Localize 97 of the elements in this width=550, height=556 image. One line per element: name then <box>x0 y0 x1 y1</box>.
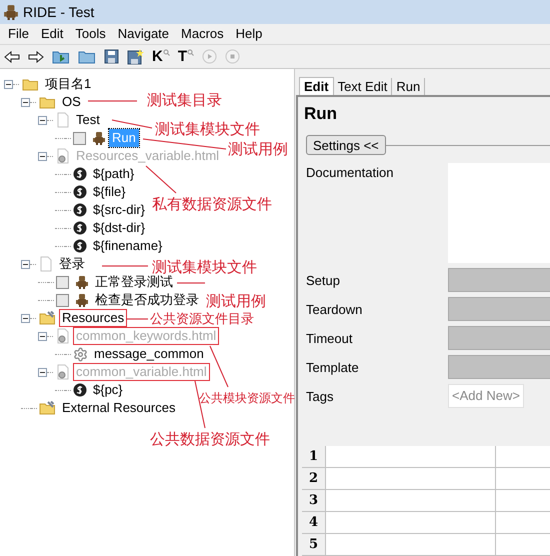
search-button[interactable]: T <box>178 49 194 64</box>
search-button[interactable]: K <box>152 49 170 64</box>
setting-label: Tags <box>305 388 334 406</box>
checkbox[interactable] <box>73 132 86 144</box>
tree-item[interactable]: External Resources <box>59 399 178 417</box>
file-gear-icon <box>56 328 70 344</box>
annotation-label: 测试集模块文件 <box>155 121 260 139</box>
row-number: 4 <box>302 512 326 533</box>
robot-icon <box>75 275 89 289</box>
robot-icon <box>92 131 106 145</box>
collapse-toggle[interactable] <box>38 152 47 160</box>
menu-item[interactable]: Edit <box>34 24 70 44</box>
settings-button[interactable]: Settings << <box>306 135 386 155</box>
checkbox[interactable] <box>56 294 69 306</box>
tree-item[interactable]: 正常登录测试 <box>92 273 176 291</box>
leader-line <box>146 166 176 194</box>
folder-wrench-icon <box>39 311 56 325</box>
variable-icon <box>73 185 87 199</box>
tree-item[interactable]: 登录 <box>56 255 88 273</box>
tree-item[interactable]: message_common <box>91 345 207 363</box>
variable-icon <box>73 239 87 253</box>
save-icon[interactable] <box>104 49 119 64</box>
annotation-label: 测试集模块文件 <box>152 259 257 276</box>
collapse-toggle[interactable] <box>38 368 47 376</box>
menu-item[interactable]: Navigate <box>112 24 176 44</box>
setting-label: Timeout <box>305 330 354 348</box>
menu-item[interactable]: Macros <box>175 24 230 44</box>
leader-line <box>126 318 148 320</box>
folder-icon <box>39 95 56 109</box>
leader-line <box>88 100 138 102</box>
annotation-label: 测试用例 <box>228 141 288 159</box>
folder-icon <box>22 77 39 91</box>
annotation-label: 公共模块资源文件 <box>199 390 295 407</box>
setting-field[interactable] <box>448 355 550 379</box>
setting-label: Template <box>305 358 360 376</box>
back-icon[interactable] <box>4 50 20 62</box>
save-all-icon[interactable] <box>127 48 144 64</box>
editor-title: Run <box>304 103 338 125</box>
tree-item[interactable]: 项目名1 <box>42 75 94 93</box>
leader-line <box>112 120 152 128</box>
variable-icon <box>73 203 87 217</box>
variable-icon <box>73 383 87 397</box>
forward-icon[interactable] <box>28 50 44 62</box>
tab[interactable]: Edit <box>299 77 334 95</box>
menu-item[interactable]: Tools <box>69 24 112 44</box>
annotation-label: 公共资源文件目录 <box>150 310 254 328</box>
annotation-label: 测试集目录 <box>147 92 222 110</box>
collapse-toggle[interactable] <box>21 314 30 322</box>
file-gear-icon <box>56 148 70 164</box>
tree-item[interactable]: ${dst-dir} <box>90 219 148 237</box>
annotation-label: 测试用例 <box>206 293 266 311</box>
variable-icon <box>73 221 87 235</box>
robot-icon <box>3 4 19 20</box>
leader-line <box>176 282 206 284</box>
setting-label: Setup <box>305 272 341 290</box>
tree-item[interactable]: ${path} <box>90 165 138 183</box>
annotation-label: 私有数据资源文件 <box>152 196 272 214</box>
checkbox[interactable] <box>56 276 69 288</box>
file-icon <box>39 256 53 272</box>
collapse-toggle[interactable] <box>21 260 30 268</box>
setting-field[interactable] <box>448 297 550 321</box>
folder-wrench-icon <box>39 401 56 415</box>
tree-item[interactable]: OS <box>59 93 84 111</box>
collapse-toggle[interactable] <box>38 116 47 124</box>
row-number: 1 <box>302 446 326 467</box>
tree-item[interactable]: ${src-dir} <box>90 201 148 219</box>
row-number: 3 <box>302 490 326 511</box>
window-title: RIDE - Test <box>23 2 94 22</box>
row-number: 2 <box>302 468 326 489</box>
collapse-toggle[interactable] <box>21 98 30 106</box>
magnifier-icon <box>162 49 170 56</box>
folder-icon[interactable] <box>78 49 96 64</box>
menu-item[interactable]: Help <box>230 24 268 44</box>
tree-item[interactable]: ${file} <box>90 183 129 201</box>
menu-item[interactable]: File <box>2 24 35 44</box>
tree-item[interactable]: Resources <box>59 309 128 327</box>
collapse-toggle[interactable] <box>38 332 47 340</box>
gear-icon <box>73 346 88 362</box>
setting-label: Teardown <box>305 300 364 318</box>
file-gear-icon <box>56 364 70 380</box>
tree-item[interactable]: ${pc} <box>90 381 126 399</box>
tree-item[interactable]: ${finename} <box>90 237 166 255</box>
magnifier-icon <box>187 49 194 56</box>
collapse-toggle[interactable] <box>4 80 13 88</box>
tree-item[interactable]: Test <box>73 111 103 129</box>
add-tag-field[interactable]: <Add New> <box>448 384 524 408</box>
setting-field[interactable] <box>448 268 550 292</box>
tree-item[interactable]: 检查是否成功登录 <box>92 291 202 309</box>
setting-field[interactable] <box>448 326 550 350</box>
file-icon <box>56 112 70 128</box>
setting-label: Documentation <box>305 164 394 182</box>
annotation-label: 公共数据资源文件 <box>150 431 270 449</box>
open-folder-icon[interactable] <box>52 49 70 64</box>
leader-line <box>210 346 228 388</box>
variable-icon <box>73 167 87 181</box>
row-number: 5 <box>302 534 326 555</box>
robot-icon <box>75 293 89 307</box>
